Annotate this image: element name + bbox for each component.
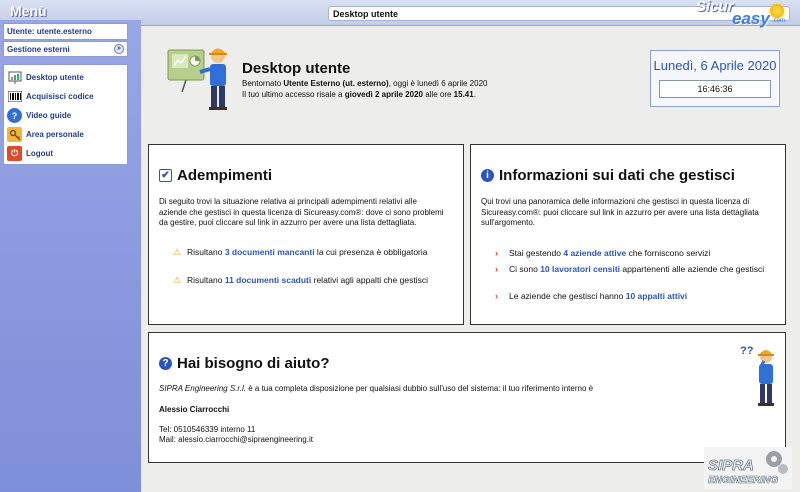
date-time-widget: Lunedì, 6 Aprile 2020 16:46:36 bbox=[650, 50, 780, 107]
item-prefix: Le aziende che gestisci hanno bbox=[509, 291, 626, 301]
question-icon: ? bbox=[159, 357, 172, 370]
logo-easy-text: easy bbox=[732, 9, 770, 28]
company-name: SIPRA Engineering S.r.l. bbox=[159, 384, 247, 393]
informazioni-title: i Informazioni sui dati che gestisci bbox=[481, 167, 735, 184]
adempimenti-title-text: Adempimenti bbox=[177, 167, 273, 184]
documenti-mancanti-link[interactable]: 3 documenti mancanti bbox=[225, 247, 315, 257]
current-user-label: Utente: utente.esterno bbox=[3, 23, 128, 40]
sipra-line2: ENGINEERING bbox=[708, 475, 778, 486]
last-access-prefix: Il tuo ultimo accesso risale a bbox=[242, 90, 345, 99]
chevron-right-icon: › bbox=[495, 248, 498, 258]
menu-group-label: Gestione esterni bbox=[7, 45, 70, 54]
sidebar-item-logout[interactable]: ⏻ Logout bbox=[7, 145, 125, 162]
power-icon: ⏻ bbox=[7, 146, 22, 161]
help-icon: ? bbox=[7, 108, 22, 123]
item-prefix: Risultano bbox=[187, 247, 225, 257]
current-time: 16:46:36 bbox=[659, 80, 771, 98]
welcome-text: Bentornato Utente Esterno (ut. esterno),… bbox=[242, 78, 542, 100]
logo-sicur-text: Sicur bbox=[696, 0, 734, 15]
item-suffix: appartenenti alle aziende che gestisci bbox=[620, 264, 765, 274]
welcome-suffix: , oggi è lunedì 6 aprile 2020 bbox=[388, 79, 488, 88]
appalti-attivi-link[interactable]: 10 appalti attivi bbox=[626, 291, 687, 301]
sidebar-item-video-guide[interactable]: ? Video guide bbox=[7, 107, 125, 124]
chevron-right-icon: › bbox=[495, 291, 498, 301]
aiuto-intro-rest: è a tua completa disposizione per qualsi… bbox=[246, 384, 594, 393]
last-access-end: . bbox=[473, 90, 476, 99]
aiuto-title-text: Hai bisogno di aiuto? bbox=[177, 355, 330, 372]
welcome-prefix: Bentornato bbox=[242, 79, 284, 88]
adempimenti-title: ✔ Adempimenti bbox=[159, 167, 272, 184]
sidebar-item-desktop-utente[interactable]: Desktop utente bbox=[7, 69, 125, 86]
menu-group-toggle[interactable]: Gestione esterni » bbox=[3, 41, 128, 57]
contact-name: Alessio Ciarrocchi bbox=[159, 405, 230, 414]
aiuto-intro: SIPRA Engineering S.r.l. è a tua complet… bbox=[159, 384, 719, 395]
info-icon: i bbox=[481, 169, 494, 182]
warning-icon: ⚠ bbox=[173, 275, 182, 285]
chevron-collapse-icon[interactable]: » bbox=[114, 44, 124, 54]
adempimenti-panel: ✔ Adempimenti Di seguito trovi la situaz… bbox=[148, 144, 464, 325]
presenter-illustration bbox=[166, 42, 232, 114]
last-access-date: giovedì 2 aprile 2020 bbox=[344, 90, 423, 99]
informazioni-title-text: Informazioni sui dati che gestisci bbox=[499, 167, 735, 184]
item-suffix: relativi agli appalti che gestisci bbox=[311, 275, 428, 285]
list-item: › Le aziende che gestisci hanno 10 appal… bbox=[495, 291, 775, 302]
last-access-time: 15.41 bbox=[453, 90, 474, 99]
sidebar-item-label: Logout bbox=[26, 149, 54, 158]
lavoratori-censiti-link[interactable]: 10 lavoratori censiti bbox=[540, 264, 620, 274]
documenti-scaduti-link[interactable]: 11 documenti scaduti bbox=[225, 275, 311, 285]
key-icon bbox=[7, 127, 22, 142]
chevron-right-icon: › bbox=[495, 264, 498, 274]
list-item: ⚠ Risultano 11 documenti scaduti relativ… bbox=[173, 275, 435, 286]
welcome-user: Utente Esterno (ut. esterno) bbox=[283, 79, 389, 88]
thinking-worker-illustration: ?? bbox=[740, 342, 782, 410]
current-date: Lunedì, 6 Aprile 2020 bbox=[653, 58, 777, 73]
sidebar-item-label: Video guide bbox=[26, 111, 72, 120]
contact-tel: Tel: 0510546339 interno 11 bbox=[159, 425, 256, 434]
sidebar-item-label: Acquisisci codice bbox=[26, 92, 94, 101]
sidebar-item-label: Area personale bbox=[26, 130, 84, 139]
page-title: Desktop utente bbox=[242, 60, 351, 77]
contact-mail[interactable]: Mail: alessio.ciarrocchi@sipraengineerin… bbox=[159, 435, 313, 446]
sidebar-nav: Desktop utente Acquisisci codice ? Video… bbox=[3, 64, 128, 165]
list-item: ⚠ Risultano 3 documenti mancanti la cui … bbox=[173, 247, 435, 258]
chart-board-icon bbox=[7, 70, 22, 85]
aiuto-panel: ? Hai bisogno di aiuto? SIPRA Engineerin… bbox=[148, 332, 786, 463]
last-access-mid: alle ore bbox=[422, 90, 454, 99]
barcode-icon bbox=[7, 89, 22, 104]
sipra-line1: SIPRA bbox=[708, 457, 754, 474]
menu-title: Menù bbox=[10, 3, 47, 19]
item-suffix: la cui presenza è obbligatoria bbox=[314, 247, 428, 257]
item-prefix: Risultano bbox=[187, 275, 225, 285]
informazioni-panel: i Informazioni sui dati che gestisci Qui… bbox=[470, 144, 786, 325]
item-suffix: che forniscono servizi bbox=[626, 248, 711, 258]
adempimenti-intro: Di seguito trovi la situazione relativa … bbox=[159, 197, 444, 227]
sidebar-item-area-personale[interactable]: Area personale bbox=[7, 126, 125, 143]
sipra-engineering-logo: SIPRA ENGINEERING bbox=[704, 447, 792, 489]
warning-icon: ⚠ bbox=[173, 247, 182, 257]
item-prefix: Stai gestendo bbox=[509, 248, 564, 258]
list-item: › Stai gestendo 4 aziende attive che for… bbox=[495, 248, 775, 259]
sidebar: Utente: utente.esterno Gestione esterni … bbox=[0, 20, 141, 492]
item-prefix: Ci sono bbox=[509, 264, 541, 274]
sidebar-item-acquisisci-codice[interactable]: Acquisisci codice bbox=[7, 88, 125, 105]
question-marks-text: ?? bbox=[740, 345, 754, 357]
aiuto-title: ? Hai bisogno di aiuto? bbox=[159, 355, 330, 372]
checkbox-checked-icon: ✔ bbox=[159, 169, 172, 182]
list-item: › Ci sono 10 lavoratori censiti apparten… bbox=[495, 264, 765, 275]
logo-com-text: .com bbox=[772, 18, 786, 24]
aziende-attive-link[interactable]: 4 aziende attive bbox=[563, 248, 626, 258]
sidebar-item-label: Desktop utente bbox=[26, 73, 84, 82]
sun-icon bbox=[770, 4, 784, 18]
informazioni-intro: Qui trovi una panoramica delle informazi… bbox=[481, 197, 759, 227]
sicureasy-logo[interactable]: Sicur easy .com bbox=[692, 0, 792, 30]
